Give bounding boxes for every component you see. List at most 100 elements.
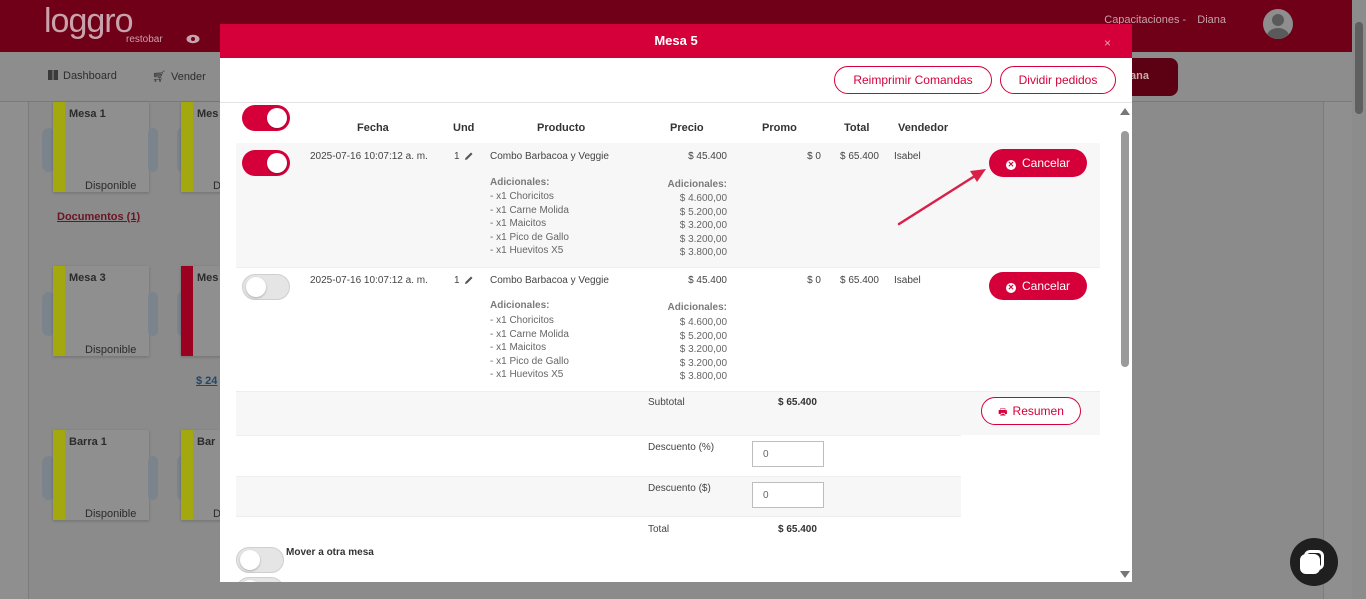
modal-scrollbar[interactable]	[1118, 103, 1132, 582]
table-status-bar	[53, 430, 65, 520]
cancel-label: Cancelar	[1021, 156, 1071, 170]
extra-price: $ 5.200,00	[679, 330, 727, 342]
table-status-bar	[53, 266, 65, 356]
table-card-barra-2[interactable]: Bar D	[181, 430, 221, 520]
col-price: Precio	[670, 122, 704, 134]
avatar[interactable]	[1263, 9, 1293, 39]
discount-pct-label: Descuento (%)	[648, 442, 715, 453]
discount-pct-input[interactable]: 0	[752, 441, 824, 467]
modal-scrollbar-thumb[interactable]	[1121, 131, 1129, 367]
seat	[148, 128, 158, 172]
table-card-mesa-1[interactable]: Mesa 1 Disponible	[53, 102, 149, 192]
extras-list: - x1 Choricitos - x1 Carne Molida - x1 M…	[490, 314, 569, 382]
seat	[148, 292, 158, 336]
table-name: Mesa 1	[69, 108, 106, 120]
table-modal: Mesa 5 × Reimprimir Comandas Dividir ped…	[220, 24, 1132, 582]
toggle-knob	[246, 277, 266, 297]
table-card-mesa-4[interactable]: Mes	[181, 266, 221, 356]
cancel-item-button[interactable]: ✕ Cancelar	[989, 272, 1087, 300]
table-status: Disponible	[85, 508, 137, 520]
row-date: 2025-07-16 10:07:12 a. m.	[310, 275, 428, 286]
extra-price: $ 4.600,00	[679, 193, 727, 204]
table-card-mesa-2[interactable]: Mes D	[181, 102, 221, 192]
pencil-icon[interactable]	[464, 151, 474, 161]
close-circle-icon: ✕	[1005, 160, 1016, 170]
extras-prices-title: Adicionales:	[667, 179, 727, 190]
extra-price: $ 3.800,00	[679, 247, 727, 259]
move-table-toggle[interactable]	[236, 547, 284, 573]
table-card-mesa-3[interactable]: Mesa 3 Disponible	[53, 266, 149, 356]
table-name: Barra 1	[69, 436, 107, 448]
row-promo: $ 0	[807, 275, 821, 286]
extra-item: - x1 Choricitos	[490, 191, 554, 202]
total-label: Total	[648, 524, 670, 535]
nav-dashboard[interactable]: Dashboard	[48, 70, 117, 82]
chat-icon-fill	[1300, 554, 1320, 574]
summary-button[interactable]: 🖶︎ Resumen	[981, 397, 1081, 425]
row-total: $ 65.400	[840, 151, 879, 162]
toggle-knob	[267, 153, 287, 173]
split-orders-button[interactable]: Dividir pedidos	[1000, 66, 1116, 94]
grid-icon	[48, 70, 58, 80]
col-promo: Promo	[762, 122, 797, 134]
extra-item: - x1 Pico de Gallo	[490, 231, 569, 243]
row-promo: $ 0	[807, 151, 821, 162]
col-product: Producto	[537, 122, 586, 134]
scroll-up-icon[interactable]	[1120, 108, 1130, 115]
table-card-barra-1[interactable]: Barra 1 Disponible	[53, 430, 149, 520]
nav-sell[interactable]: 🛒︎ Vender	[152, 70, 206, 83]
nav-sell-label: Vender	[170, 71, 206, 83]
extra-item: - x1 Choricitos	[490, 315, 554, 326]
page-scrollbar[interactable]	[1352, 0, 1366, 599]
chat-button[interactable]	[1290, 538, 1338, 586]
toggle-knob	[267, 108, 287, 128]
cart-icon: 🛒︎	[152, 71, 166, 83]
discount-amt-input[interactable]: 0	[752, 482, 824, 508]
logo-text: loggro	[44, 2, 134, 40]
pencil-icon[interactable]	[464, 275, 474, 285]
loggro-logo[interactable]: loggro restobar	[44, 2, 174, 48]
row-select-toggle[interactable]	[242, 150, 290, 176]
logo-subtitle: restobar	[126, 34, 163, 45]
extra-item: - x1 Huevitos X5	[490, 369, 564, 381]
scroll-down-icon[interactable]	[1120, 571, 1130, 578]
modal-header: Mesa 5 ×	[220, 24, 1132, 58]
select-all-toggle[interactable]	[242, 105, 290, 131]
eye-icon[interactable]	[186, 34, 200, 44]
discount-amt-label: Descuento ($)	[648, 483, 711, 494]
row-price: $ 45.400	[688, 275, 727, 286]
page-scrollbar-thumb[interactable]	[1355, 22, 1363, 114]
cancel-item-button[interactable]: ✕ Cancelar	[989, 149, 1087, 177]
row-qty: 1	[454, 151, 460, 162]
documents-link[interactable]: Documentos (1)	[57, 211, 140, 223]
row-date: 2025-07-16 10:07:12 a. m.	[310, 151, 428, 162]
table-status-bar	[53, 102, 65, 192]
nav-dashboard-label: Dashboard	[63, 70, 117, 82]
user-name: Diana	[1197, 14, 1226, 26]
cancel-label: Cancelar	[1021, 279, 1071, 293]
extra-price: $ 4.600,00	[679, 317, 727, 328]
extra-item: - x1 Carne Molida	[490, 328, 569, 340]
row-select-toggle[interactable]	[242, 274, 290, 300]
table-name: Mes	[197, 272, 219, 284]
extra-item: - x1 Huevitos X5	[490, 245, 564, 257]
row-price: $ 45.400	[688, 151, 727, 162]
subtotal-label: Subtotal	[648, 397, 685, 408]
next-option-toggle[interactable]	[236, 577, 284, 582]
extras-title: Adicionales:	[490, 300, 550, 311]
table-name: Mesa 3	[69, 272, 106, 284]
nav-action-label: ana	[1130, 70, 1149, 82]
col-seller: Vendedor	[898, 122, 949, 134]
close-circle-icon: ✕	[1005, 283, 1016, 293]
table-status-bar	[181, 430, 193, 520]
close-icon[interactable]: ×	[1104, 36, 1111, 50]
summary-row-discount-amt	[236, 476, 961, 516]
extras-prices-title: Adicionales:	[667, 302, 727, 313]
extra-item: - x1 Carne Molida	[490, 204, 569, 216]
reprint-orders-button[interactable]: Reimprimir Comandas	[834, 66, 992, 94]
extras-prices: $ 4.600,00 $ 5.200,00 $ 3.200,00 $ 3.200…	[640, 192, 727, 260]
row-seller: Isabel	[894, 275, 921, 286]
table-amount-link[interactable]: $ 24	[196, 375, 217, 387]
extra-price: $ 3.200,00	[679, 344, 727, 356]
move-table-label: Mover a otra mesa	[286, 547, 374, 558]
